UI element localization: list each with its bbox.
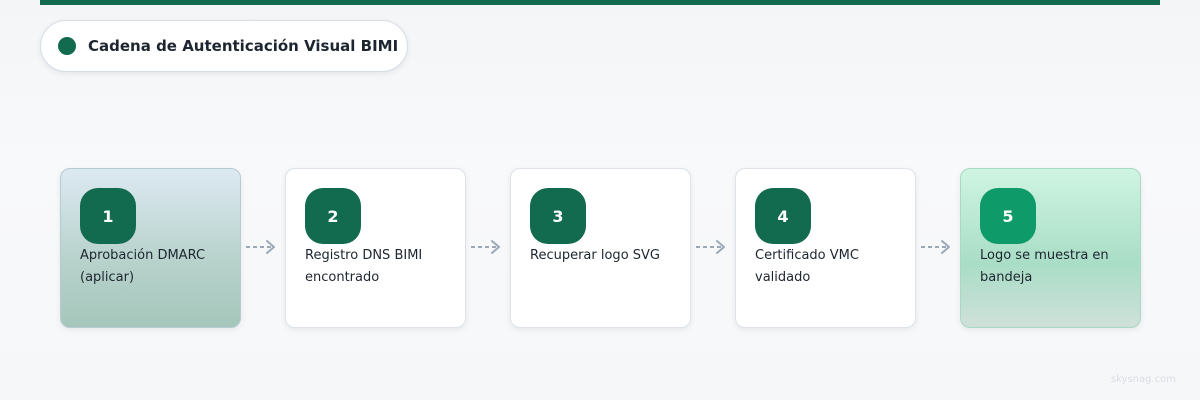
diagram-title: Cadena de Autenticación Visual BIMI — [88, 37, 399, 55]
step-label: Certificado VMC validado — [755, 248, 859, 285]
step-label: Registro DNS BIMI encontrado — [305, 248, 423, 285]
step-card-3: 3 Recuperar logo SVG — [510, 168, 691, 328]
step-number-badge: 3 — [530, 188, 586, 244]
step-card-5: 5 Logo se muestra en bandeja — [960, 168, 1141, 328]
step-card-1: 1 Aprobación DMARC (aplicar) — [60, 168, 241, 328]
arrow-right-icon — [696, 240, 725, 254]
step-number-badge: 5 — [980, 188, 1036, 244]
arrow-right-icon — [471, 240, 500, 254]
step-label: Logo se muestra en bandeja — [980, 248, 1109, 285]
status-dot-icon — [58, 37, 76, 55]
watermark-text: skysnag.com — [1110, 374, 1176, 385]
arrow-right-icon — [246, 240, 275, 254]
step-label: Aprobación DMARC (aplicar) — [80, 248, 206, 285]
step-number-badge: 1 — [80, 188, 136, 244]
step-card-4: 4 Certificado VMC validado — [735, 168, 916, 328]
step-number-badge: 4 — [755, 188, 811, 244]
step-label: Recuperar logo SVG — [530, 248, 660, 263]
step-card-2: 2 Registro DNS BIMI encontrado — [285, 168, 466, 328]
diagram-title-pill: Cadena de Autenticación Visual BIMI — [40, 20, 408, 72]
top-accent-bar — [40, 0, 1160, 5]
step-number-badge: 2 — [305, 188, 361, 244]
arrow-right-icon — [921, 240, 950, 254]
